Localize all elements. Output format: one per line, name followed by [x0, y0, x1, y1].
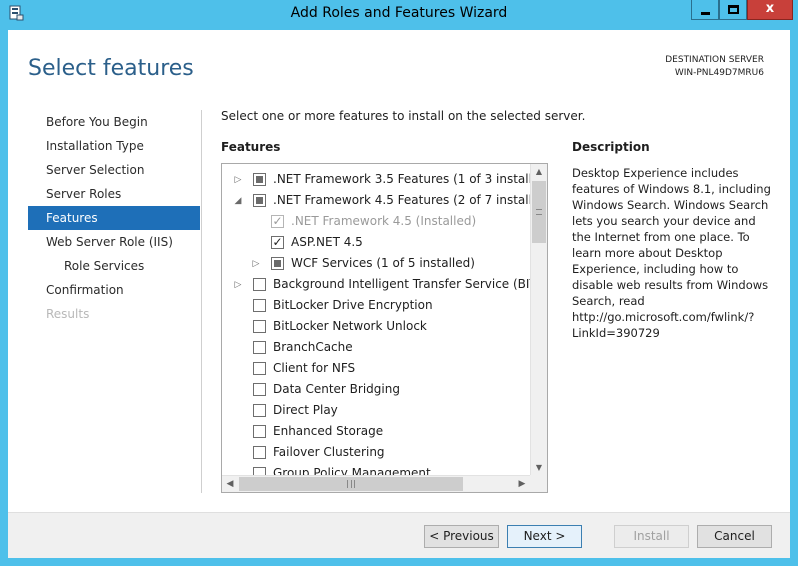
- nav-step-before-you-begin[interactable]: Before You Begin: [28, 110, 200, 134]
- feature-label: Data Center Bridging: [273, 382, 400, 396]
- nav-step-installation-type[interactable]: Installation Type: [28, 134, 200, 158]
- feature-checkbox[interactable]: [253, 278, 266, 291]
- feature-checkbox[interactable]: [253, 446, 266, 459]
- feature-checkbox[interactable]: [253, 194, 266, 207]
- feature-row[interactable]: BitLocker Drive Encryption: [222, 296, 530, 317]
- vertical-scrollbar[interactable]: ▲ ▼: [530, 164, 547, 476]
- feature-checkbox[interactable]: [253, 299, 266, 312]
- feature-label: BitLocker Network Unlock: [273, 319, 427, 333]
- horizontal-scroll-thumb[interactable]: [239, 477, 463, 491]
- scroll-right-icon[interactable]: ▶: [514, 476, 530, 492]
- previous-button[interactable]: < Previous: [424, 525, 499, 548]
- destination-server: DESTINATION SERVER WIN-PNL49D7MRU6: [665, 54, 764, 80]
- feature-row[interactable]: Client for NFS: [222, 359, 530, 380]
- feature-checkbox[interactable]: [253, 425, 266, 438]
- feature-row[interactable]: Failover Clustering: [222, 443, 530, 464]
- nav-step-server-selection[interactable]: Server Selection: [28, 158, 200, 182]
- scrollbar-corner: [530, 475, 547, 492]
- nav-step-server-roles[interactable]: Server Roles: [28, 182, 200, 206]
- scroll-grip-icon: [347, 480, 355, 488]
- feature-row[interactable]: ASP.NET 4.5: [222, 233, 530, 254]
- feature-checkbox[interactable]: [253, 320, 266, 333]
- features-heading: Features: [221, 140, 281, 154]
- title-bar[interactable]: Add Roles and Features Wizard x: [0, 0, 798, 28]
- feature-checkbox: [271, 214, 284, 228]
- feature-row[interactable]: Data Center Bridging: [222, 380, 530, 401]
- nav-step-features[interactable]: Features: [28, 206, 200, 230]
- feature-label: .NET Framework 4.5 Features (2 of 7 inst…: [273, 193, 548, 207]
- feature-label: .NET Framework 4.5 (Installed): [291, 214, 477, 228]
- feature-checkbox[interactable]: [253, 173, 266, 186]
- minimize-icon: [701, 12, 710, 15]
- feature-row[interactable]: ▷ .NET Framework 3.5 Features (1 of 3 ins…: [222, 170, 547, 191]
- wizard-footer: < Previous Next > Install Cancel: [8, 512, 790, 558]
- scroll-up-icon[interactable]: ▲: [531, 164, 547, 180]
- feature-label: Background Intelligent Transfer Service …: [273, 277, 548, 291]
- next-button[interactable]: Next >: [507, 525, 582, 548]
- cancel-button[interactable]: Cancel: [697, 525, 772, 548]
- feature-label: Failover Clustering: [273, 445, 385, 459]
- wizard-steps-nav: Before You Begin Installation Type Server …: [28, 110, 200, 326]
- minimize-button[interactable]: [691, 0, 719, 20]
- nav-step-results: Results: [46, 307, 90, 321]
- maximize-button[interactable]: [719, 0, 747, 20]
- feature-label: WCF Services (1 of 5 installed): [291, 256, 475, 270]
- feature-row[interactable]: BitLocker Network Unlock: [222, 317, 530, 338]
- expand-arrow-icon[interactable]: ▷: [251, 259, 261, 269]
- destination-server-name: WIN-PNL49D7MRU6: [674, 68, 764, 78]
- feature-label: .NET Framework 3.5 Features (1 of 3 inst…: [273, 172, 548, 186]
- feature-row[interactable]: .NET Framework 4.5 (Installed): [222, 212, 530, 233]
- feature-row[interactable]: ◢ .NET Framework 4.5 Features (2 of 7 ins…: [222, 191, 547, 212]
- feature-label: BitLocker Drive Encryption: [273, 298, 433, 312]
- feature-label: ASP.NET 4.5: [291, 235, 363, 249]
- feature-label: Enhanced Storage: [273, 424, 384, 438]
- feature-row[interactable]: Enhanced Storage: [222, 422, 530, 443]
- nav-divider: [201, 110, 202, 493]
- expand-arrow-icon[interactable]: ▷: [233, 280, 243, 290]
- page-title: Select features: [28, 56, 194, 81]
- expand-arrow-icon[interactable]: ▷: [233, 175, 243, 185]
- scroll-left-icon[interactable]: ◀: [222, 476, 238, 492]
- collapse-arrow-icon[interactable]: ◢: [233, 196, 243, 206]
- feature-checkbox[interactable]: [253, 404, 266, 417]
- features-tree-rows: ▷ .NET Framework 3.5 Features (1 of 3 ins…: [222, 170, 547, 485]
- feature-row[interactable]: ▷ WCF Services (1 of 5 installed): [222, 254, 530, 275]
- instruction-text: Select one or more features to install o…: [221, 109, 586, 123]
- maximize-icon: [728, 5, 739, 14]
- window-title: Add Roles and Features Wizard: [290, 5, 508, 21]
- wizard-client-area: Select features DESTINATION SERVER WIN-P…: [8, 30, 790, 558]
- scroll-grip-icon: [536, 209, 542, 215]
- install-button: Install: [614, 525, 689, 548]
- feature-checkbox[interactable]: [271, 235, 284, 249]
- feature-row[interactable]: BranchCache: [222, 338, 530, 359]
- scroll-down-icon[interactable]: ▼: [531, 460, 547, 476]
- feature-checkbox[interactable]: [253, 383, 266, 396]
- feature-checkbox[interactable]: [253, 362, 266, 375]
- vertical-scroll-thumb[interactable]: [532, 181, 546, 243]
- nav-step-role-services[interactable]: Role Services: [28, 254, 200, 278]
- feature-label: Client for NFS: [273, 361, 356, 375]
- feature-row[interactable]: Direct Play: [222, 401, 530, 422]
- nav-step-web-server-role-iis[interactable]: Web Server Role (IIS): [28, 230, 200, 254]
- close-button[interactable]: x: [747, 0, 793, 20]
- description-heading: Description: [572, 140, 650, 154]
- feature-checkbox[interactable]: [253, 341, 266, 354]
- wizard-window: Add Roles and Features Wizard x Select f…: [0, 0, 798, 566]
- feature-label: Direct Play: [273, 403, 338, 417]
- destination-label: DESTINATION SERVER: [665, 55, 764, 65]
- features-tree[interactable]: ▷ .NET Framework 3.5 Features (1 of 3 ins…: [221, 163, 548, 493]
- feature-checkbox[interactable]: [271, 257, 284, 270]
- horizontal-scrollbar[interactable]: ◀ ▶: [222, 475, 530, 492]
- nav-step-confirmation[interactable]: Confirmation: [28, 278, 200, 302]
- close-icon: x: [765, 1, 775, 16]
- feature-row[interactable]: ▷ Background Intelligent Transfer Service…: [222, 275, 547, 296]
- feature-label: BranchCache: [273, 340, 353, 354]
- description-text: Desktop Experience includes features of …: [572, 166, 771, 340]
